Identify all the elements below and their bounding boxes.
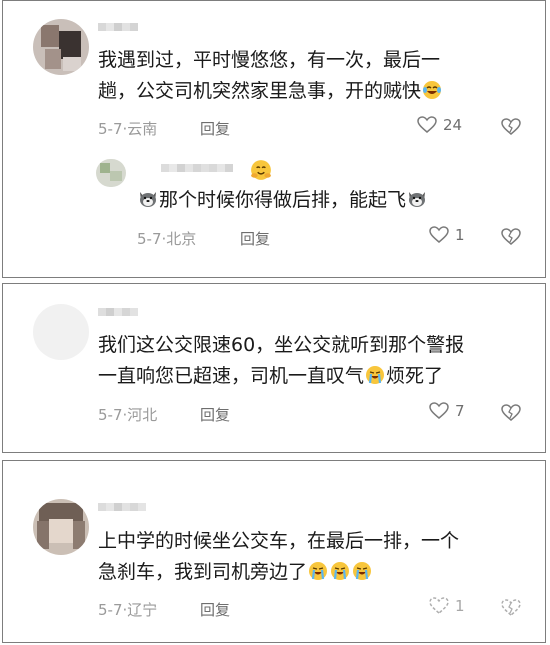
comment-text: 我遇到过，平时慢悠悠，有一次，最后一 趟，公交司机突然家里急事，开的贼快: [98, 49, 442, 102]
avatar[interactable]: [33, 499, 89, 555]
reply-button[interactable]: 回复: [200, 118, 230, 139]
broken-heart-icon[interactable]: [501, 118, 521, 136]
comment-card-3: 上中学的时候坐公交车，在最后一排，一个 急刹车，我到司机旁边了 5-7·辽宁 回…: [2, 460, 546, 643]
comment-text: 上中学的时候坐公交车，在最后一排，一个 急刹车，我到司机旁边了: [98, 530, 460, 583]
username-blurred[interactable]: [98, 23, 138, 31]
dog-face-emoji: [140, 192, 156, 207]
dog-face-emoji: [409, 192, 426, 207]
like-button[interactable]: 1: [429, 597, 465, 615]
avatar[interactable]: [33, 19, 89, 75]
crying-emoji: [309, 562, 328, 580]
broken-heart-icon[interactable]: [501, 599, 521, 617]
comment-text: 我们这公交限速60，坐公交就听到那个警报 一直响您已超速，司机一直叹气 烦死了: [98, 334, 465, 387]
heart-icon: [417, 116, 437, 133]
comment-card-1: 我遇到过，平时慢悠悠，有一次，最后一 趟，公交司机突然家里急事，开的贼快 5-7…: [2, 0, 546, 278]
laughing-crying-emoji: [423, 81, 442, 99]
like-button[interactable]: 7: [429, 402, 465, 420]
heart-icon: [429, 226, 449, 243]
heart-icon: [429, 597, 449, 614]
username-blurred[interactable]: [98, 308, 138, 316]
reply-meta: 5-7·北京: [137, 230, 197, 248]
reply-button[interactable]: 回复: [240, 228, 270, 249]
avatar[interactable]: [33, 304, 89, 360]
reply-username-blurred[interactable]: [161, 164, 233, 172]
hug-emoji: [251, 160, 271, 180]
heart-icon: [429, 402, 449, 419]
crying-emoji: [331, 562, 350, 580]
reply-avatar[interactable]: [96, 159, 126, 187]
username-blurred[interactable]: [98, 503, 146, 511]
crying-emoji: [353, 562, 372, 580]
broken-heart-icon[interactable]: [501, 228, 521, 246]
comment-meta: 5-7·辽宁: [98, 601, 158, 619]
like-button[interactable]: 1: [429, 226, 465, 244]
like-button[interactable]: 24: [417, 116, 462, 134]
comment-card-2: 我们这公交限速60，坐公交就听到那个警报 一直响您已超速，司机一直叹气 烦死了 5…: [2, 283, 546, 453]
reply-text: 那个时候你得做后排，能起飞: [137, 185, 517, 216]
crying-emoji: [366, 366, 385, 384]
reply-button[interactable]: 回复: [200, 404, 230, 425]
comment-meta: 5-7·云南: [98, 120, 158, 138]
broken-heart-icon[interactable]: [501, 404, 521, 422]
comment-meta: 5-7·河北: [98, 406, 158, 424]
reply-button[interactable]: 回复: [200, 599, 230, 620]
